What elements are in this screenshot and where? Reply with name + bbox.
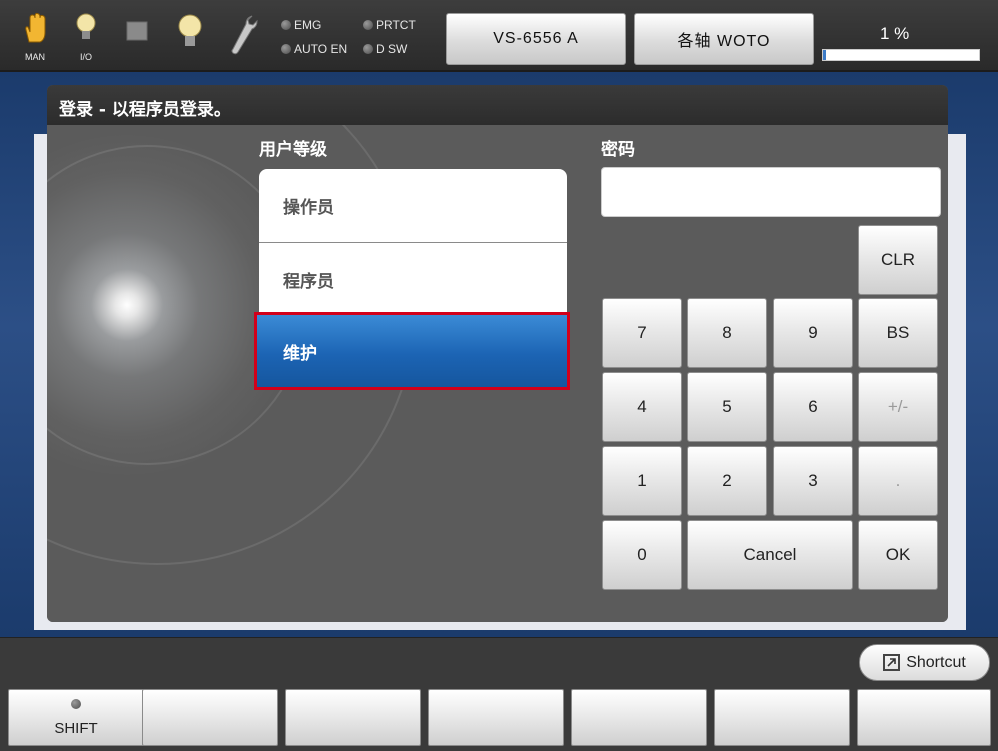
level-option-programmer[interactable]: 程序员 [259, 243, 567, 317]
key-6[interactable]: 6 [773, 372, 853, 442]
function-key-5[interactable] [714, 689, 850, 746]
status-bar: MAN I/O EMG PRTCT AUTO EN D SW VS-6556 A… [0, 0, 998, 72]
key-3[interactable]: 3 [773, 446, 853, 516]
password-label: 密码 [601, 140, 635, 160]
lamp-d-sw-indicator [363, 44, 373, 54]
key-4[interactable]: 4 [602, 372, 682, 442]
lamp-d-sw: D SW [363, 42, 407, 56]
key-1[interactable]: 1 [602, 446, 682, 516]
key-8[interactable]: 8 [687, 298, 767, 368]
speed-bar [822, 49, 980, 61]
status-lamps: EMG PRTCT AUTO EN D SW [277, 18, 447, 64]
mode-caption: MAN [25, 52, 45, 62]
key-9[interactable]: 9 [773, 298, 853, 368]
key-7[interactable]: 7 [602, 298, 682, 368]
ok-button[interactable]: OK [858, 520, 938, 590]
key-dot[interactable]: . [858, 446, 938, 516]
key-0[interactable]: 0 [602, 520, 682, 590]
key-5[interactable]: 5 [687, 372, 767, 442]
cancel-button[interactable]: Cancel [687, 520, 853, 590]
function-bar: Shortcut SHIFT [0, 637, 998, 751]
dialog-body: 用户等级 密码 操作员 程序员 维护 CLR 7 8 9 BS 4 5 6 +/… [47, 125, 948, 622]
lamp-auto-en-indicator [281, 44, 291, 54]
lamp-prtct: PRTCT [363, 18, 416, 32]
user-level-label: 用户等级 [259, 140, 327, 160]
bulb-icon[interactable] [173, 12, 207, 62]
level-option-operator[interactable]: 操作员 [259, 169, 567, 243]
password-input[interactable] [601, 167, 941, 217]
robot-model-button[interactable]: VS-6556 A [446, 13, 626, 65]
hand-icon[interactable]: MAN [18, 12, 52, 62]
function-key-1[interactable] [142, 689, 278, 746]
io-caption: I/O [79, 52, 92, 62]
shift-key[interactable]: SHIFT [8, 689, 144, 746]
key-sign[interactable]: +/- [858, 372, 938, 442]
function-key-6[interactable] [857, 689, 991, 746]
key-clr[interactable]: CLR [858, 225, 938, 295]
function-key-2[interactable] [285, 689, 421, 746]
io-bulb-icon[interactable]: I/O [69, 12, 103, 62]
function-key-4[interactable] [571, 689, 707, 746]
lamp-emg: EMG [281, 18, 321, 32]
shortcut-arrow-icon [883, 654, 901, 671]
key-2[interactable]: 2 [687, 446, 767, 516]
shift-led-icon [71, 699, 81, 709]
login-dialog: 登录 - 以程序员登录。 用户等级 密码 操作员 程序员 维护 CLR 7 8 … [47, 85, 948, 622]
function-key-3[interactable] [428, 689, 564, 746]
key-backspace[interactable]: BS [858, 298, 938, 368]
dialog-title: 登录 - 以程序员登录。 [47, 85, 948, 125]
shift-label: SHIFT [54, 720, 98, 737]
axis-mode-button[interactable]: 各轴 WOTO [634, 13, 814, 65]
shortcut-button[interactable]: Shortcut [859, 644, 990, 681]
level-option-maintenance[interactable]: 维护 [254, 312, 570, 390]
speed-value: 1 % [880, 24, 910, 43]
lamp-prtct-indicator [363, 20, 373, 30]
speed-bar-fill [823, 50, 827, 60]
stop-square-icon [120, 12, 154, 62]
wrench-icon[interactable] [226, 12, 260, 62]
lamp-emg-indicator [281, 20, 291, 30]
lamp-auto-en: AUTO EN [281, 42, 347, 56]
